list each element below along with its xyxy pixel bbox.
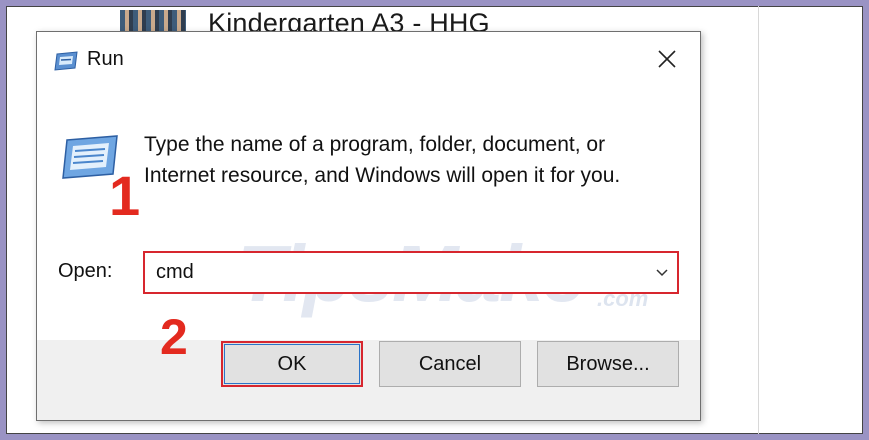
- open-label: Open:: [58, 260, 113, 282]
- ok-button-focus: OK: [224, 344, 360, 384]
- cancel-button[interactable]: Cancel: [379, 341, 521, 387]
- ok-button-label: OK: [277, 352, 307, 375]
- dialog-titlebar: Run: [37, 32, 700, 88]
- step-number-1: 1: [109, 164, 141, 227]
- background-divider: [758, 6, 759, 434]
- browse-button-label: Browse...: [566, 352, 650, 375]
- close-button[interactable]: [644, 42, 690, 80]
- dialog-title: Run: [87, 48, 124, 70]
- chevron-down-icon[interactable]: [655, 265, 669, 284]
- open-input[interactable]: [145, 253, 645, 292]
- run-icon: [53, 50, 79, 77]
- ok-button[interactable]: OK: [221, 341, 363, 387]
- step-number-2: 2: [160, 309, 188, 365]
- background-thumbnail: [120, 10, 186, 32]
- dialog-description: Type the name of a program, folder, docu…: [144, 133, 621, 187]
- close-icon: [657, 49, 677, 74]
- browse-button[interactable]: Browse...: [537, 341, 679, 387]
- cancel-button-label: Cancel: [418, 352, 482, 375]
- open-combobox[interactable]: [143, 251, 679, 294]
